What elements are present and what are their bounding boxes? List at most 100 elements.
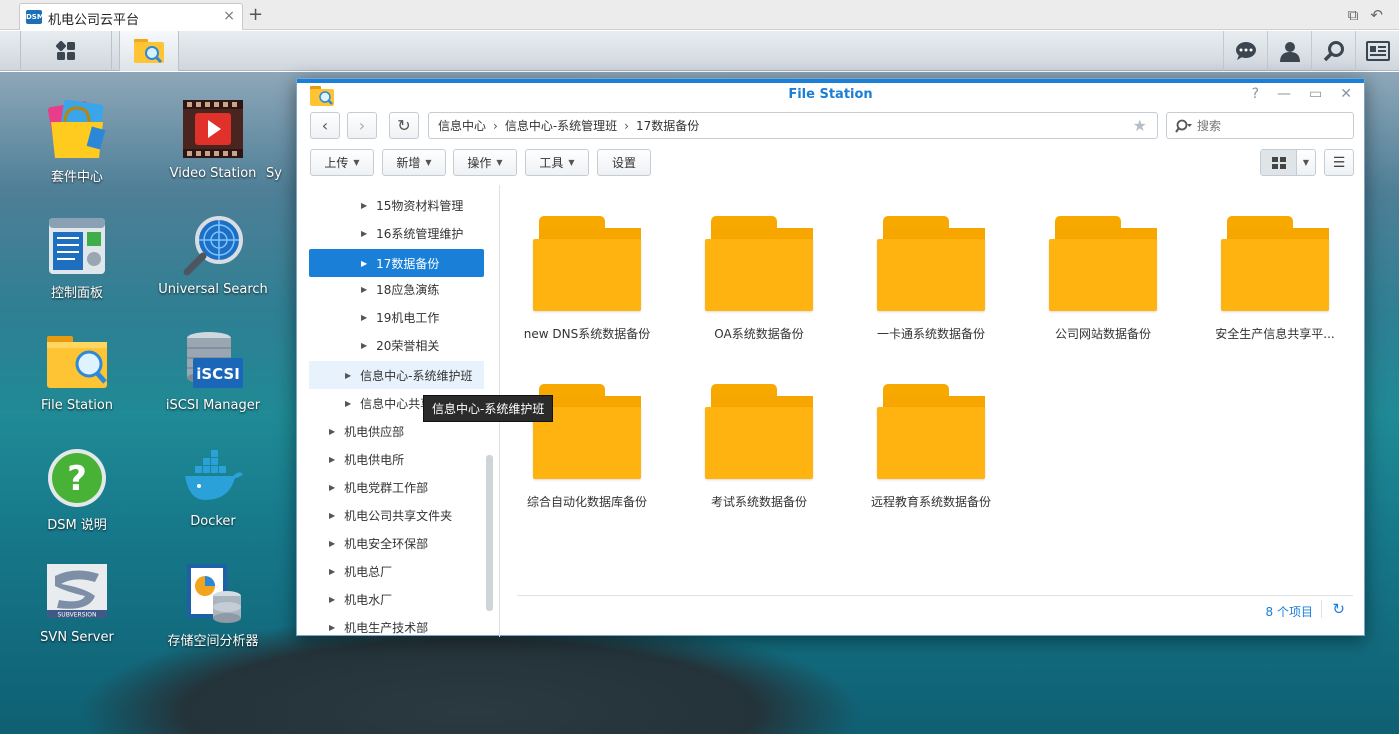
action-button[interactable]: 操作 ▼ — [453, 149, 517, 176]
tree-item[interactable]: ▶ 机电供电所 — [309, 447, 484, 471]
folder-icon — [705, 201, 813, 311]
expand-arrow-icon[interactable]: ▶ — [361, 229, 367, 238]
user-button[interactable] — [1267, 31, 1311, 71]
tree-item[interactable]: ▶ 16系统管理维护 — [309, 221, 484, 245]
refresh-button[interactable]: ↻ — [389, 112, 419, 139]
svg-text:?: ? — [67, 459, 87, 499]
desktop-icon-file-station[interactable]: File Station — [17, 330, 137, 413]
close-icon[interactable]: ✕ — [1340, 86, 1352, 102]
folder-item[interactable]: 一卡通系统数据备份 — [845, 201, 1017, 342]
tree-item[interactable]: ▶ 18应急演练 — [309, 277, 484, 301]
expand-arrow-icon[interactable]: ▶ — [361, 313, 367, 322]
favorite-star-icon[interactable]: ★ — [1133, 116, 1147, 135]
taskbar-file-station-button[interactable] — [119, 31, 179, 71]
expand-arrow-icon[interactable]: ▶ — [345, 399, 351, 408]
tree-item-selected[interactable]: ▶ 17数据备份 — [309, 249, 484, 277]
expand-arrow-icon[interactable]: ▶ — [361, 201, 367, 210]
path-bar[interactable]: 信息中心 › 信息中心-系统管理班 › 17数据备份 ★ — [428, 112, 1158, 139]
tree-scrollbar[interactable] — [486, 455, 493, 611]
undo-icon[interactable]: ↶ — [1370, 6, 1383, 24]
refresh-icon[interactable]: ↻ — [1321, 600, 1345, 618]
widgets-button[interactable] — [1355, 31, 1399, 71]
tree-item[interactable]: ▶ 机电水厂 — [309, 587, 484, 611]
tools-button[interactable]: 工具 ▼ — [525, 149, 589, 176]
upload-button[interactable]: 上传 ▼ — [310, 149, 374, 176]
chat-button[interactable] — [1223, 31, 1267, 71]
folder-item[interactable]: 安全生产信息共享平... — [1189, 201, 1361, 342]
folder-label: 安全生产信息共享平... — [1215, 327, 1335, 341]
tree-item[interactable]: ▶ 机电生产技术部 — [309, 615, 484, 637]
tree-item-label: 15物资材料管理 — [376, 198, 464, 213]
desktop-icon-video-station[interactable]: Video Station — [153, 98, 273, 181]
tree-item[interactable]: ▶ 机电党群工作部 — [309, 475, 484, 499]
search-button[interactable] — [1311, 31, 1355, 71]
folder-item[interactable]: 综合自动化数据库备份 — [501, 369, 673, 510]
tree-item[interactable]: ▶ 机电供应部 — [309, 419, 484, 443]
desktop-icon-iscsi-manager[interactable]: iSCSI iSCSI Manager — [153, 330, 273, 413]
expand-arrow-icon[interactable]: ▶ — [361, 259, 367, 268]
expand-arrow-icon[interactable]: ▶ — [345, 371, 351, 380]
expand-arrow-icon[interactable]: ▶ — [329, 483, 335, 492]
desktop-icon-storage-analyzer[interactable]: 存储空间分析器 — [153, 562, 273, 649]
view-mode-button[interactable]: ▼ — [1260, 149, 1316, 176]
minimize-icon[interactable]: — — [1277, 86, 1291, 102]
tree-item-label: 机电生产技术部 — [344, 620, 429, 635]
breadcrumb-item[interactable]: 信息中心-系统管理班 — [505, 117, 617, 134]
tree-item[interactable]: ▶ 20荣誉相关 — [309, 333, 484, 357]
expand-arrow-icon[interactable]: ▶ — [329, 595, 335, 604]
tree-item[interactable]: ▶ 19机电工作 — [309, 305, 484, 329]
folder-icon — [1049, 201, 1157, 311]
tree-item[interactable]: ▶ 机电安全环保部 — [309, 531, 484, 555]
settings-label: 设置 — [611, 156, 636, 170]
settings-button[interactable]: 设置 — [597, 149, 651, 176]
desktop-icon-docker[interactable]: Docker — [153, 446, 273, 529]
tree-item[interactable]: ▶ 15物资材料管理 — [309, 193, 484, 217]
expand-arrow-icon[interactable]: ▶ — [361, 285, 367, 294]
folder-item[interactable]: 公司网站数据备份 — [1017, 201, 1189, 342]
tree-item-label: 机电安全环保部 — [344, 536, 429, 551]
folder-item[interactable]: 考试系统数据备份 — [673, 369, 845, 510]
new-button[interactable]: 新增 ▼ — [382, 149, 446, 176]
tree-item[interactable]: ▶ 信息中心-系统维护班 — [309, 361, 484, 389]
chat-icon — [1235, 42, 1256, 60]
search-field[interactable] — [1166, 112, 1354, 139]
help-icon[interactable]: ? — [1252, 86, 1259, 102]
caret-down-icon: ▼ — [568, 158, 575, 167]
breadcrumb-item[interactable]: 17数据备份 — [636, 117, 699, 134]
desktop-icon-partial[interactable]: Sy — [266, 98, 296, 181]
folder-icon — [877, 201, 985, 311]
new-tab-button[interactable]: + — [248, 4, 263, 25]
expand-arrow-icon[interactable]: ▶ — [329, 455, 335, 464]
desktop-icon-control-panel[interactable]: 控制面板 — [17, 214, 137, 301]
browser-tab[interactable]: DSM 机电公司云平台 × — [19, 3, 243, 30]
desktop-icon-package-center[interactable]: 套件中心 — [17, 98, 137, 185]
folder-item[interactable]: OA系统数据备份 — [673, 201, 845, 342]
sort-button[interactable]: ☰ — [1324, 149, 1354, 176]
tab-close-icon[interactable]: × — [223, 8, 235, 24]
main-menu-button[interactable] — [20, 31, 112, 71]
expand-arrow-icon[interactable]: ▶ — [329, 567, 335, 576]
desktop-icon-label: DSM 说明 — [47, 518, 107, 533]
window-restore-icon[interactable]: ⧉ — [1348, 6, 1359, 24]
caret-down-icon[interactable]: ▼ — [1297, 150, 1315, 175]
back-button[interactable]: ‹ — [310, 112, 340, 139]
expand-arrow-icon[interactable]: ▶ — [329, 539, 335, 548]
expand-arrow-icon[interactable]: ▶ — [329, 623, 335, 632]
folder-label: 一卡通系统数据备份 — [876, 327, 985, 341]
maximize-icon[interactable]: ▭ — [1309, 86, 1322, 102]
folder-item[interactable]: 远程教育系统数据备份 — [845, 369, 1017, 510]
tree-item[interactable]: ▶ 机电总厂 — [309, 559, 484, 583]
desktop-icon-dsm-help[interactable]: ? DSM 说明 — [17, 446, 137, 533]
search-input[interactable] — [1197, 118, 1337, 133]
desktop-icon-universal-search[interactable]: Universal Search — [153, 214, 273, 297]
folder-item[interactable]: new DNS系统数据备份 — [501, 201, 673, 342]
desktop-icon-svn-server[interactable]: SUBVERSION SVN Server — [17, 562, 137, 645]
breadcrumb-item[interactable]: 信息中心 — [438, 117, 486, 134]
expand-arrow-icon[interactable]: ▶ — [329, 427, 335, 436]
expand-arrow-icon[interactable]: ▶ — [329, 511, 335, 520]
grid-view-icon[interactable] — [1261, 150, 1297, 175]
expand-arrow-icon[interactable]: ▶ — [361, 341, 367, 350]
file-grid: new DNS系统数据备份 OA系统数据备份 一卡通系统数据备份 公司网站数据备… — [501, 185, 1364, 595]
forward-button[interactable]: › — [347, 112, 377, 139]
tree-item[interactable]: ▶ 机电公司共享文件夹 — [309, 503, 484, 527]
